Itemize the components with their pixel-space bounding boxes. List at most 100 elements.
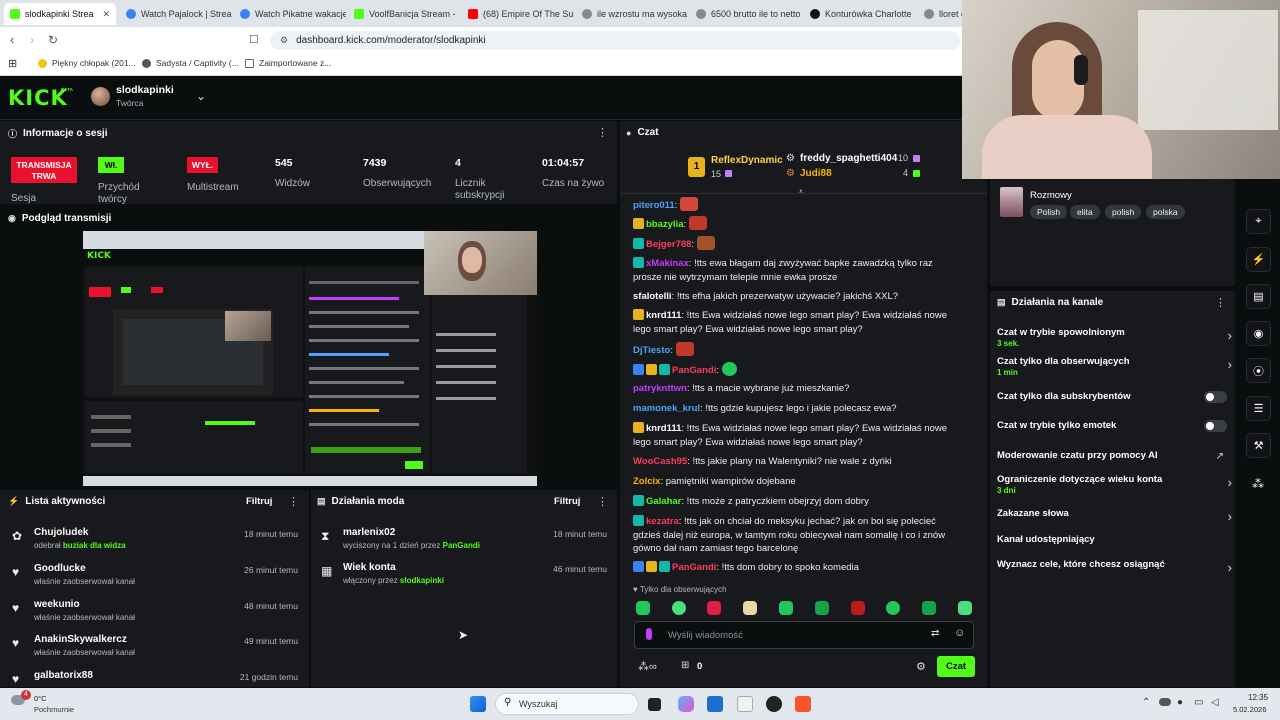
chat-username[interactable]: bbazylia <box>646 219 684 230</box>
ai-moderation-setting[interactable]: Moderowanie czatu przy pomocy AI ↗ <box>997 450 1232 462</box>
kick-logo[interactable]: KICK <box>8 86 68 110</box>
chat-username[interactable]: DjTiesto <box>633 345 670 356</box>
browser-tab-8[interactable]: lloret d <box>918 3 962 25</box>
browser-tab-0[interactable]: slodkapinki Strea ✕ <box>4 3 116 25</box>
apps-grid-icon[interactable]: ⊞ <box>8 57 17 70</box>
reload-icon[interactable]: ↻ <box>48 33 58 47</box>
emoji-icon[interactable]: ☺ <box>954 627 965 639</box>
explorer-icon[interactable] <box>737 696 753 712</box>
clip-icon[interactable]: ⌖ <box>1246 209 1271 234</box>
category-name[interactable]: Rozmowy <box>1030 190 1072 201</box>
emote-icon[interactable] <box>707 601 721 615</box>
emote-icon[interactable] <box>886 601 900 615</box>
clock-time[interactable]: 12:35 <box>1248 693 1268 702</box>
chat-username[interactable]: kezatra <box>646 516 679 527</box>
filter-button[interactable]: Filtruj <box>554 496 580 507</box>
browser-tab-3[interactable]: VoolfBanicja Stream - <box>348 3 460 25</box>
subs-only-setting[interactable]: Czat tylko dla subskrybentów <box>997 391 1232 403</box>
emote-icon[interactable] <box>779 601 793 615</box>
activity-user[interactable]: AnakinSkywalkercz <box>34 634 127 645</box>
windows-start-icon[interactable] <box>470 696 486 712</box>
emote-only-toggle[interactable] <box>1204 420 1227 432</box>
list-item[interactable]: ♥ Goodlucke właśnie zaobserwował kanał 2… <box>12 563 302 597</box>
chat-input[interactable]: Wyślij wiadomość ⇄ ☺ <box>634 621 974 649</box>
lightning-icon[interactable]: ⚡ <box>1246 247 1271 272</box>
chat-username[interactable]: patryknttwn <box>633 383 687 394</box>
mod-target[interactable]: marlenix02 <box>343 527 395 538</box>
chat-username[interactable]: xMakinax <box>646 258 689 269</box>
stream-tag[interactable]: elita <box>1070 205 1100 219</box>
volume-icon[interactable]: ◁ <box>1211 697 1219 708</box>
browser-tab-7[interactable]: Konturówka Charlotte <box>804 3 916 25</box>
stream-tag[interactable]: polska <box>1146 205 1185 219</box>
more-options-icon[interactable]: ⋮ <box>597 128 608 139</box>
chat-username[interactable]: pitero011 <box>633 200 675 211</box>
activity-user[interactable]: galbatorix88 <box>34 670 93 681</box>
cloud-icon[interactable] <box>1159 698 1171 706</box>
chevron-right-icon[interactable]: › <box>1228 560 1232 575</box>
list-icon[interactable]: ☰ <box>1246 396 1271 421</box>
broadcast-icon[interactable]: ⦿ <box>1246 358 1271 383</box>
top-gifter-2[interactable]: ⚙ freddy_spaghetti404 10 <box>786 153 921 168</box>
app-icon[interactable] <box>766 696 782 712</box>
category-thumbnail[interactable] <box>1000 187 1023 217</box>
list-item[interactable]: ♥ galbatorix88 21 godzin temu <box>12 670 302 687</box>
bookmark-icon[interactable]: ☐ <box>249 33 259 47</box>
top-gifter-1[interactable]: 1 ReflexDynamic 15 <box>688 155 788 185</box>
top-gifter-3[interactable]: ⚙ Judi88 4 <box>786 168 921 183</box>
more-options-icon[interactable]: ⋮ <box>597 497 608 508</box>
settings-gear-icon[interactable]: ⚙ <box>916 660 926 673</box>
mic-tray-icon[interactable]: ● <box>1177 697 1183 708</box>
apps-icon[interactable]: ⁂ <box>1252 477 1264 491</box>
followers-only-setting[interactable]: Czat tylko dla obserwujących 1 min › <box>997 356 1232 377</box>
account-age-setting[interactable]: Ograniczenie dotyczące wieku konta 3 dni… <box>997 474 1232 495</box>
taskbar-search[interactable]: ⚲ Wyszukaj <box>495 693 639 715</box>
avatar[interactable] <box>91 87 110 106</box>
chat-username[interactable]: PanGandi <box>672 365 716 376</box>
emote-icon[interactable] <box>815 601 829 615</box>
chat-username[interactable]: knrd111 <box>646 423 681 434</box>
browser-tab-2[interactable]: Watch Pikatne wakacje <box>234 3 346 25</box>
chevron-right-icon[interactable]: › <box>1228 475 1232 490</box>
browser-tab-5[interactable]: ile wzrostu ma wysoka <box>576 3 688 25</box>
more-options-icon[interactable]: ⋮ <box>288 497 299 508</box>
chat-username[interactable]: Zolcix <box>633 476 660 487</box>
network-icon[interactable]: ▭ <box>1194 697 1203 708</box>
stream-tag[interactable]: Polish <box>1030 205 1068 219</box>
slow-mode-setting[interactable]: Czat w trybie spowolnionym 3 sek. › <box>997 327 1232 348</box>
forward-icon[interactable]: › <box>30 33 34 47</box>
more-options-icon[interactable]: ⋮ <box>1215 298 1226 309</box>
mod-target[interactable]: Wiek konta <box>343 562 396 573</box>
banned-words-setting[interactable]: Zakazane słowa › <box>997 508 1232 524</box>
chevron-right-icon[interactable]: › <box>1228 509 1232 524</box>
chat-username[interactable]: Galahar <box>646 496 681 507</box>
store-icon[interactable] <box>707 696 723 712</box>
chat-username[interactable]: sfalotelli <box>633 291 672 302</box>
chevron-down-icon[interactable]: ⌄ <box>196 89 206 103</box>
chat-icon[interactable]: ◉ <box>1246 321 1271 346</box>
list-item[interactable]: ♥ weekunio właśnie zaobserwował kanał 48… <box>12 599 302 633</box>
wrench-icon[interactable]: ⚒ <box>1246 433 1271 458</box>
emote-only-setting[interactable]: Czat w trybie tylko emotek <box>997 420 1232 432</box>
translate-icon[interactable]: ⇄ <box>931 628 939 639</box>
list-item[interactable]: ⧗ marlenix02 wyciszony na 1 dzień przez … <box>321 527 611 561</box>
stream-tag[interactable]: polish <box>1105 205 1142 219</box>
chat-username[interactable]: Bejger788 <box>646 239 691 250</box>
list-item[interactable]: ✿ Chujoludek odebrał buziak dla widza 18… <box>12 527 302 561</box>
emote-icon[interactable] <box>922 601 936 615</box>
weather-widget[interactable]: 4 0°C Pochmurnie <box>8 690 88 716</box>
browser-tab-6[interactable]: 6500 brutto ile to netto <box>690 3 802 25</box>
channel-points-icon[interactable]: ⁂∞ <box>638 660 657 673</box>
emote-icon[interactable] <box>743 601 757 615</box>
clock-date[interactable]: 5.02.2026 <box>1233 705 1266 714</box>
site-info-icon[interactable]: ⚙ <box>280 35 288 46</box>
activity-user[interactable]: Chujoludek <box>34 527 88 538</box>
shared-channel-setting[interactable]: Kanał udostępniający <box>997 534 1232 545</box>
back-icon[interactable]: ‹ <box>10 33 14 47</box>
send-chat-button[interactable]: Czat <box>937 656 975 677</box>
chat-username[interactable]: knrd111 <box>646 310 681 321</box>
document-icon[interactable]: ▤ <box>1246 284 1271 309</box>
channel-name[interactable]: slodkapinki <box>116 84 174 96</box>
filter-button[interactable]: Filtruj <box>246 496 272 507</box>
chat-username[interactable]: mamonek_krul <box>633 403 700 414</box>
